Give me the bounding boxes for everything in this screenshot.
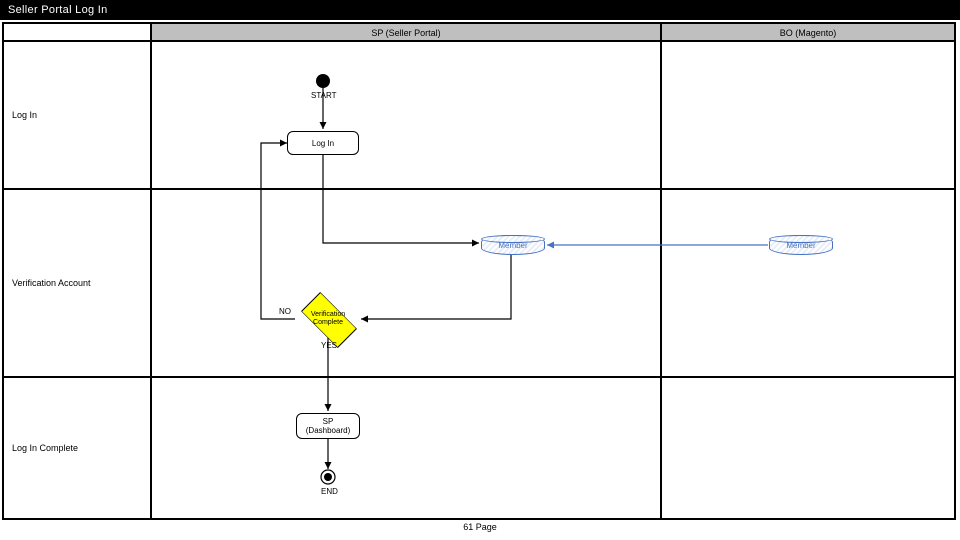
swimlane-grid: SP (Seller Portal) BO (Magento) Log In V… [2, 22, 956, 520]
cell-complete-bo [661, 377, 955, 519]
verification-decision-label: Verification Complete [293, 301, 363, 337]
page-footer-text: 61 Page [463, 522, 497, 532]
member-db-bo: Member [769, 235, 833, 255]
row-label-login: Log In [3, 41, 151, 189]
page-title-text: Seller Portal Log In [8, 4, 108, 16]
verification-decision: Verification Complete [293, 301, 363, 337]
row-label-login-text: Log In [12, 110, 37, 120]
dashboard-box-label: SP (Dashboard) [306, 417, 350, 435]
member-db-bo-label: Member [786, 241, 815, 250]
lane-header-bo-label: BO (Magento) [780, 28, 837, 38]
start-label: START [311, 91, 336, 100]
header-blank [3, 23, 151, 41]
cell-complete-sp [151, 377, 661, 519]
lane-header-sp-label: SP (Seller Portal) [371, 28, 440, 38]
page-title: Seller Portal Log In [0, 0, 960, 20]
member-db-sp-label: Member [498, 241, 527, 250]
cell-verify-bo [661, 189, 955, 377]
member-db-sp: Member [481, 235, 545, 255]
cell-login-sp [151, 41, 661, 189]
lane-header-sp: SP (Seller Portal) [151, 23, 661, 41]
row-label-complete-text: Log In Complete [12, 443, 78, 453]
lane-header-bo: BO (Magento) [661, 23, 955, 41]
dashboard-box: SP (Dashboard) [296, 413, 360, 439]
decision-yes-label: YES [321, 341, 337, 350]
decision-no-label: NO [279, 307, 291, 316]
end-label: END [321, 487, 338, 496]
row-label-verify-text: Verification Account [12, 278, 91, 288]
page-footer: 61 Page [0, 522, 960, 532]
login-box-label: Log In [312, 139, 334, 148]
row-label-complete: Log In Complete [3, 377, 151, 519]
row-label-verify: Verification Account [3, 189, 151, 377]
login-box: Log In [287, 131, 359, 155]
cell-verify-sp [151, 189, 661, 377]
cell-login-bo [661, 41, 955, 189]
